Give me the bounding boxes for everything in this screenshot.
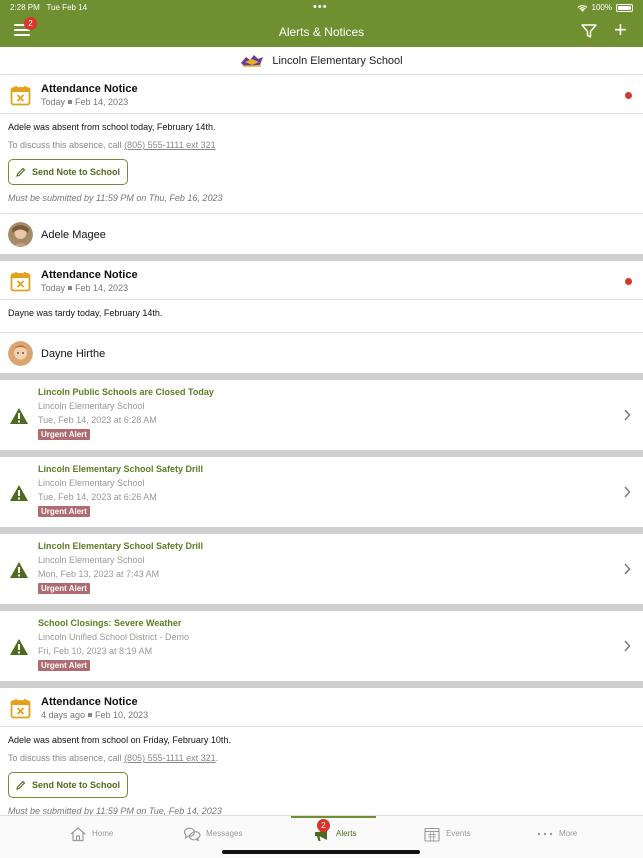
attendance-contact: To discuss this absence, call (805) 555-… xyxy=(8,753,219,763)
warning-icon xyxy=(10,408,28,424)
calendar-x-icon xyxy=(10,699,31,719)
app-header: 2:28 PM Tue Feb 14 ••• 100% 2 Alerts & N… xyxy=(0,0,643,47)
student-avatar xyxy=(8,222,33,247)
tab-bar: Home Messages 2 Alerts Events More xyxy=(0,815,643,858)
unread-indicator xyxy=(625,278,632,285)
urgent-alert-badge: Urgent Alert xyxy=(38,583,90,594)
phone-link[interactable]: (805) 555-1111 ext 321 xyxy=(124,753,216,763)
phone-link[interactable]: (805) 555-1111 ext 321 xyxy=(124,140,216,150)
tab-more[interactable]: More xyxy=(536,816,577,851)
alerts-feed[interactable]: Attendance Notice Today Feb 14, 2023 Adel… xyxy=(0,75,643,815)
add-button[interactable]: + xyxy=(614,19,627,41)
attendance-header: Attendance Notice Today Feb 14, 2023 xyxy=(0,75,643,113)
alert-datetime: Tue, Feb 14, 2023 at 6:26 AM xyxy=(38,492,157,502)
school-selector[interactable]: Lincoln Elementary School xyxy=(0,47,643,75)
alert-source: Lincoln Elementary School xyxy=(38,401,145,411)
school-name: Lincoln Elementary School xyxy=(272,54,403,67)
status-right: 100% xyxy=(577,3,633,12)
school-logo-icon xyxy=(241,54,264,67)
submission-deadline: Must be submitted by 11:59 PM on Tue, Fe… xyxy=(8,806,222,815)
battery-icon xyxy=(616,3,633,12)
warning-icon xyxy=(10,639,28,655)
nav-bar: 2 Alerts & Notices + xyxy=(0,17,643,47)
status-bar: 2:28 PM Tue Feb 14 ••• 100% xyxy=(0,1,643,15)
chevron-right-icon xyxy=(624,563,631,575)
more-icon xyxy=(537,832,553,835)
alert-source: Lincoln Elementary School xyxy=(38,555,145,565)
urgent-alert-badge: Urgent Alert xyxy=(38,660,90,671)
alert-datetime: Mon, Feb 13, 2023 at 7:43 AM xyxy=(38,569,160,579)
student-name: Adele Magee xyxy=(41,229,106,241)
chevron-right-icon xyxy=(624,486,631,498)
student-avatar xyxy=(8,341,33,366)
student-row[interactable]: Adele Magee xyxy=(0,214,643,254)
alert-datetime: Tue, Feb 14, 2023 at 6:28 AM xyxy=(38,415,157,425)
alert-source: Lincoln Elementary School xyxy=(38,478,145,488)
filter-icon[interactable] xyxy=(580,22,598,40)
calendar-x-icon xyxy=(10,272,31,292)
attendance-title: Attendance Notice xyxy=(41,83,138,95)
warning-icon xyxy=(10,562,28,578)
submission-deadline: Must be submitted by 11:59 PM on Thu, Fe… xyxy=(8,193,223,203)
status-time: 2:28 PM Tue Feb 14 xyxy=(10,3,88,12)
attendance-card[interactable]: Attendance Notice 4 days ago Feb 10, 2023… xyxy=(0,688,643,815)
attendance-contact: To discuss this absence, call (805) 555-… xyxy=(8,140,216,150)
alert-item[interactable]: Lincoln Elementary School Safety Drill L… xyxy=(0,534,643,604)
student-name: Dayne Hirthe xyxy=(41,348,106,360)
chevron-right-icon xyxy=(624,409,631,421)
send-note-button[interactable]: Send Note to School xyxy=(8,159,129,185)
attendance-card[interactable]: Attendance Notice Today Feb 14, 2023 Dayn… xyxy=(0,261,643,373)
unread-indicator xyxy=(625,92,632,99)
home-indicator[interactable] xyxy=(222,850,420,854)
attendance-title: Attendance Notice xyxy=(41,269,138,281)
multitasking-dots-icon[interactable]: ••• xyxy=(313,1,328,13)
warning-icon xyxy=(10,485,28,501)
pencil-icon xyxy=(16,167,26,177)
tab-events[interactable]: Events xyxy=(423,816,470,851)
attendance-message: Dayne was tardy today, February 14th. xyxy=(8,308,163,318)
alert-datetime: Fri, Feb 10, 2023 at 8:19 AM xyxy=(38,646,153,656)
tab-alerts[interactable]: 2 Alerts xyxy=(290,816,378,851)
alert-title: Lincoln Public Schools are Closed Today xyxy=(38,387,214,397)
attendance-title: Attendance Notice xyxy=(41,696,138,708)
attendance-card[interactable]: Attendance Notice Today Feb 14, 2023 Adel… xyxy=(0,75,643,254)
alert-source: Lincoln Unified School District - Demo xyxy=(38,632,190,642)
attendance-date: Today Feb 14, 2023 xyxy=(41,283,129,293)
tab-home[interactable]: Home xyxy=(69,816,113,851)
pencil-icon xyxy=(16,780,26,790)
alert-item[interactable]: Lincoln Public Schools are Closed Today … xyxy=(0,380,643,450)
attendance-date: Today Feb 14, 2023 xyxy=(41,97,129,107)
urgent-alert-badge: Urgent Alert xyxy=(38,429,90,440)
attendance-message: Adele was absent from school today, Febr… xyxy=(8,122,216,132)
chevron-right-icon xyxy=(624,640,631,652)
alert-item[interactable]: Lincoln Elementary School Safety Drill L… xyxy=(0,457,643,527)
alert-title: Lincoln Elementary School Safety Drill xyxy=(38,541,204,551)
student-row[interactable]: Dayne Hirthe xyxy=(0,333,643,373)
alert-item[interactable]: School Closings: Severe Weather Lincoln … xyxy=(0,611,643,681)
attendance-header: Attendance Notice 4 days ago Feb 10, 2023 xyxy=(0,688,643,726)
battery-percent: 100% xyxy=(591,3,612,12)
calendar-icon xyxy=(424,827,440,842)
send-note-button[interactable]: Send Note to School xyxy=(8,772,129,798)
urgent-alert-badge: Urgent Alert xyxy=(38,506,90,517)
page-title: Alerts & Notices xyxy=(278,25,365,39)
calendar-x-icon xyxy=(10,86,31,106)
attendance-date: 4 days ago Feb 10, 2023 xyxy=(41,710,149,720)
attendance-header: Attendance Notice Today Feb 14, 2023 xyxy=(0,261,643,299)
home-icon xyxy=(70,826,86,841)
alert-title: Lincoln Elementary School Safety Drill xyxy=(38,464,204,474)
messages-icon xyxy=(183,827,201,841)
tab-messages[interactable]: Messages xyxy=(183,816,242,851)
wifi-icon xyxy=(577,4,587,12)
alert-title: School Closings: Severe Weather xyxy=(38,618,182,628)
alerts-badge: 2 xyxy=(317,819,330,832)
attendance-message: Adele was absent from school on Friday, … xyxy=(8,735,231,745)
